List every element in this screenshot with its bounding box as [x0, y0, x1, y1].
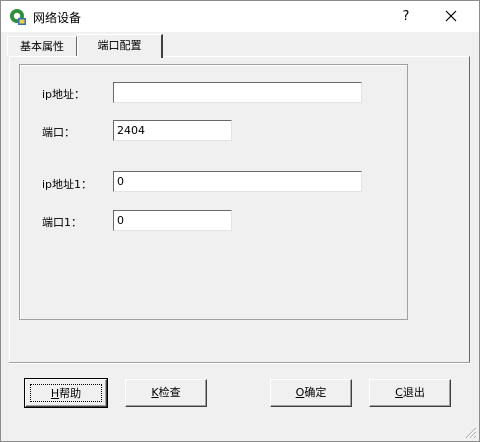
title-bar[interactable]: 网络设备 ?: [1, 1, 479, 32]
port1-label: 端口1：: [42, 216, 82, 229]
help-label: 帮助: [59, 387, 82, 400]
bottom-separator: [9, 362, 470, 364]
ok-label: 确定: [304, 386, 327, 399]
tab-basic-properties[interactable]: 基本属性: [7, 36, 77, 56]
exit-mnemonic: C: [395, 386, 403, 399]
close-icon: [445, 10, 457, 22]
help-title-button[interactable]: ?: [389, 1, 423, 32]
exit-label: 退出: [402, 386, 425, 399]
exit-button[interactable]: C退出: [369, 379, 451, 407]
app-icon: [10, 9, 26, 25]
ip1-input[interactable]: 0: [113, 171, 362, 192]
ip1-label: ip地址1：: [42, 178, 93, 191]
dialog-window: 网络设备 ? 基本属性 端口配置 ip地址： 端口： 2404 ip地址1： 0…: [0, 0, 480, 442]
help-button-focus: H帮助: [30, 384, 102, 402]
port-label: 端口：: [42, 126, 75, 139]
close-button[interactable]: [433, 1, 469, 32]
port1-input[interactable]: 0: [113, 210, 232, 231]
port-input[interactable]: 2404: [113, 120, 232, 141]
check-button[interactable]: K检查: [125, 379, 207, 407]
tab-strip: 基本属性 端口配置: [1, 32, 479, 58]
window-title: 网络设备: [33, 11, 82, 25]
address-group-box: ip地址： 端口： 2404 ip地址1： 0 端口1： 0: [19, 64, 408, 320]
check-mnemonic: K: [151, 386, 159, 399]
help-button[interactable]: H帮助: [24, 378, 108, 408]
check-label: 检查: [158, 386, 181, 399]
help-mnemonic: H: [50, 387, 60, 400]
ip-input[interactable]: [113, 82, 362, 103]
tab-port-config[interactable]: 端口配置: [77, 34, 163, 58]
resize-grip-icon[interactable]: [463, 425, 477, 439]
ok-button[interactable]: O确定: [270, 379, 352, 407]
port-config-panel: ip地址： 端口： 2404 ip地址1： 0 端口1： 0: [9, 56, 470, 363]
ip-label: ip地址：: [42, 88, 86, 101]
